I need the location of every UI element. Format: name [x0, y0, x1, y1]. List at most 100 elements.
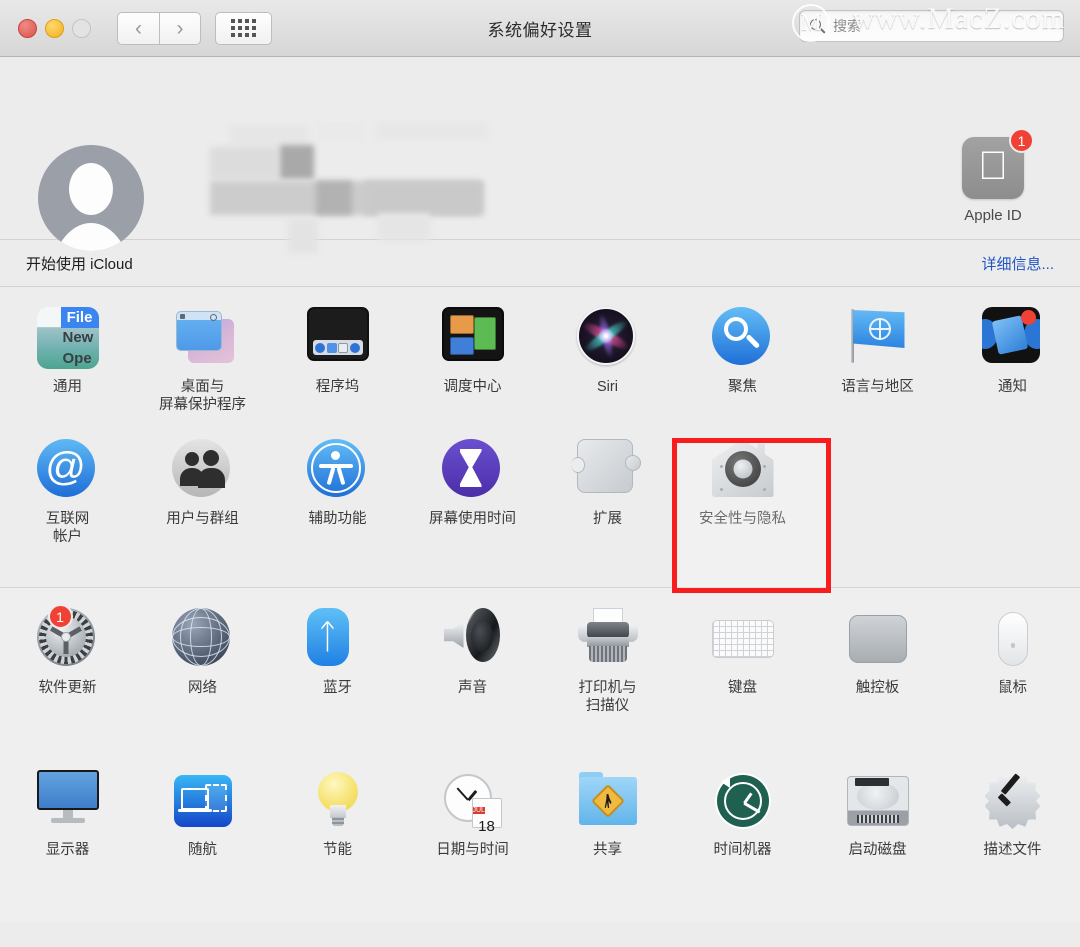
pref-label: 网络: [188, 680, 217, 696]
pref-label: 时间机器: [713, 842, 772, 858]
pref-label-line2: 帐户: [53, 529, 82, 546]
preferences-row-4: 显示器 随航 节能 JUL 18 日期与时间 共享 时间机器 启动磁盘 描述文件: [0, 764, 1080, 914]
forward-button[interactable]: ›: [159, 11, 201, 45]
pref-item-notifications[interactable]: 通知: [945, 301, 1080, 433]
pref-item-desktop-screensaver[interactable]: 桌面与 屏幕保护程序: [135, 301, 270, 433]
pref-item-extensions[interactable]: 扩展: [540, 433, 675, 579]
avatar[interactable]: [38, 145, 144, 251]
apple-id-entry[interactable]:  1 Apple ID: [938, 128, 1048, 224]
icloud-text: 开始使用 iCloud: [26, 255, 133, 273]
chevron-left-icon: ‹: [135, 16, 142, 40]
dock-icon: [306, 307, 369, 369]
grid-dots-icon: [231, 19, 256, 37]
trackpad-icon: [847, 608, 909, 670]
back-button[interactable]: ‹: [117, 11, 159, 45]
show-all-button[interactable]: [215, 11, 272, 45]
zoom-button[interactable]: [72, 18, 91, 38]
extensions-icon: [570, 439, 641, 501]
preferences-row-3: 1 软件更新 网络 ᛏ 蓝牙 声音 打印机与 扫描仪 键盘 触控板 鼠标: [0, 602, 1080, 764]
pref-item-sound[interactable]: 声音: [405, 602, 540, 764]
sidecar-icon: [172, 770, 234, 832]
pref-item-displays[interactable]: 显示器: [0, 764, 135, 914]
preferences-row-1: File New Ope 通用 桌面与 屏幕保护程序 程序坞 调度中心 Siri…: [0, 301, 1080, 433]
search-input[interactable]: 搜索: [799, 10, 1064, 42]
redacted-user-info: [168, 123, 568, 255]
chevron-right-icon: ›: [176, 16, 184, 40]
pref-item-screen-time[interactable]: 屏幕使用时间: [405, 433, 540, 579]
calendar-month-label: JUL: [472, 807, 485, 814]
network-icon: [171, 608, 234, 670]
pref-item-profiles[interactable]: 描述文件: [945, 764, 1080, 914]
pref-label: 聚焦: [728, 379, 757, 395]
pref-item-sidecar[interactable]: 随航: [135, 764, 270, 914]
pref-item-time-machine[interactable]: 时间机器: [675, 764, 810, 914]
pref-cell-empty-1: [810, 433, 945, 579]
pref-item-software-update[interactable]: 1 软件更新: [0, 602, 135, 764]
displays-icon: [36, 770, 99, 832]
pref-item-spotlight[interactable]: 聚焦: [675, 301, 810, 433]
pref-item-accessibility[interactable]: 辅助功能: [270, 433, 405, 579]
pref-item-bluetooth[interactable]: ᛏ 蓝牙: [270, 602, 405, 764]
pref-item-energy-saver[interactable]: 节能: [270, 764, 405, 914]
pref-item-users-groups[interactable]: 用户与群组: [135, 433, 270, 579]
desktop-screensaver-icon: [172, 307, 234, 369]
pref-label: 描述文件: [983, 842, 1042, 858]
pref-item-siri[interactable]: Siri: [540, 301, 675, 433]
apple-logo-icon:  1: [962, 128, 1034, 199]
pref-label: 扩展: [593, 511, 622, 527]
pref-label: 通用: [53, 379, 82, 395]
pref-label: 安全性与隐私: [699, 511, 786, 527]
pref-label: 显示器: [45, 842, 90, 858]
pref-label: 软件更新: [38, 680, 97, 696]
pref-item-mission-control[interactable]: 调度中心: [405, 301, 540, 433]
pref-label: 触控板: [855, 680, 900, 696]
pref-item-mouse[interactable]: 鼠标: [945, 602, 1080, 764]
pref-label: 程序坞: [315, 379, 360, 395]
pref-label: 鼠标: [998, 680, 1027, 696]
search-container: 搜索: [799, 10, 1064, 42]
accessibility-icon: [306, 439, 369, 501]
pref-item-language-region[interactable]: 语言与地区: [810, 301, 945, 433]
apple-id-label: Apple ID: [964, 207, 1022, 224]
pref-item-general[interactable]: File New Ope 通用: [0, 301, 135, 433]
pref-item-keyboard[interactable]: 键盘: [675, 602, 810, 764]
pref-label: Siri: [597, 379, 618, 395]
search-placeholder: 搜索: [833, 18, 861, 34]
pref-label: 随航: [188, 842, 217, 858]
language-region-icon: [847, 307, 909, 369]
pref-label: 用户与群组: [166, 511, 239, 527]
pref-item-dock[interactable]: 程序坞: [270, 301, 405, 433]
time-machine-icon: [712, 770, 774, 832]
software-update-icon: 1: [36, 604, 99, 670]
pref-item-security-privacy[interactable]: 安全性与隐私: [675, 433, 810, 579]
pref-label-line1: 互联网: [45, 511, 90, 527]
navigation-buttons: ‹ ›: [117, 11, 201, 45]
pref-item-trackpad[interactable]: 触控板: [810, 602, 945, 764]
close-button[interactable]: [18, 18, 37, 38]
pref-item-network[interactable]: 网络: [135, 602, 270, 764]
mission-control-icon: [441, 307, 504, 369]
general-icon: File New Ope: [36, 307, 99, 369]
pref-label-line2: 扫描仪: [585, 698, 630, 715]
minimize-button[interactable]: [45, 18, 64, 38]
preferences-section-bottom: 1 软件更新 网络 ᛏ 蓝牙 声音 打印机与 扫描仪 键盘 触控板 鼠标 显示器…: [0, 587, 1080, 922]
startup-disk-icon: [846, 770, 909, 832]
icloud-details-link[interactable]: 详细信息...: [981, 253, 1054, 274]
pref-item-date-time[interactable]: JUL 18 日期与时间: [405, 764, 540, 914]
search-icon: [810, 18, 826, 34]
preferences-section-top: File New Ope 通用 桌面与 屏幕保护程序 程序坞 调度中心 Siri…: [0, 287, 1080, 587]
pref-item-startup-disk[interactable]: 启动磁盘: [810, 764, 945, 914]
printers-scanners-icon: [577, 608, 639, 670]
pref-item-sharing[interactable]: 共享: [540, 764, 675, 914]
pref-label-line2: 屏幕保护程序: [159, 397, 246, 414]
pref-label: 蓝牙: [323, 680, 352, 696]
pref-label: 启动磁盘: [848, 842, 907, 858]
users-groups-icon: [171, 439, 234, 501]
apple-id-badge: 1: [1009, 128, 1034, 153]
pref-label: 辅助功能: [308, 511, 367, 527]
pref-item-internet-accounts[interactable]: @ 互联网 帐户: [0, 433, 135, 579]
pref-label: 屏幕使用时间: [429, 511, 516, 527]
pref-item-printers-scanners[interactable]: 打印机与 扫描仪: [540, 602, 675, 764]
profiles-icon: [982, 770, 1044, 832]
pref-label: 语言与地区: [841, 379, 914, 395]
